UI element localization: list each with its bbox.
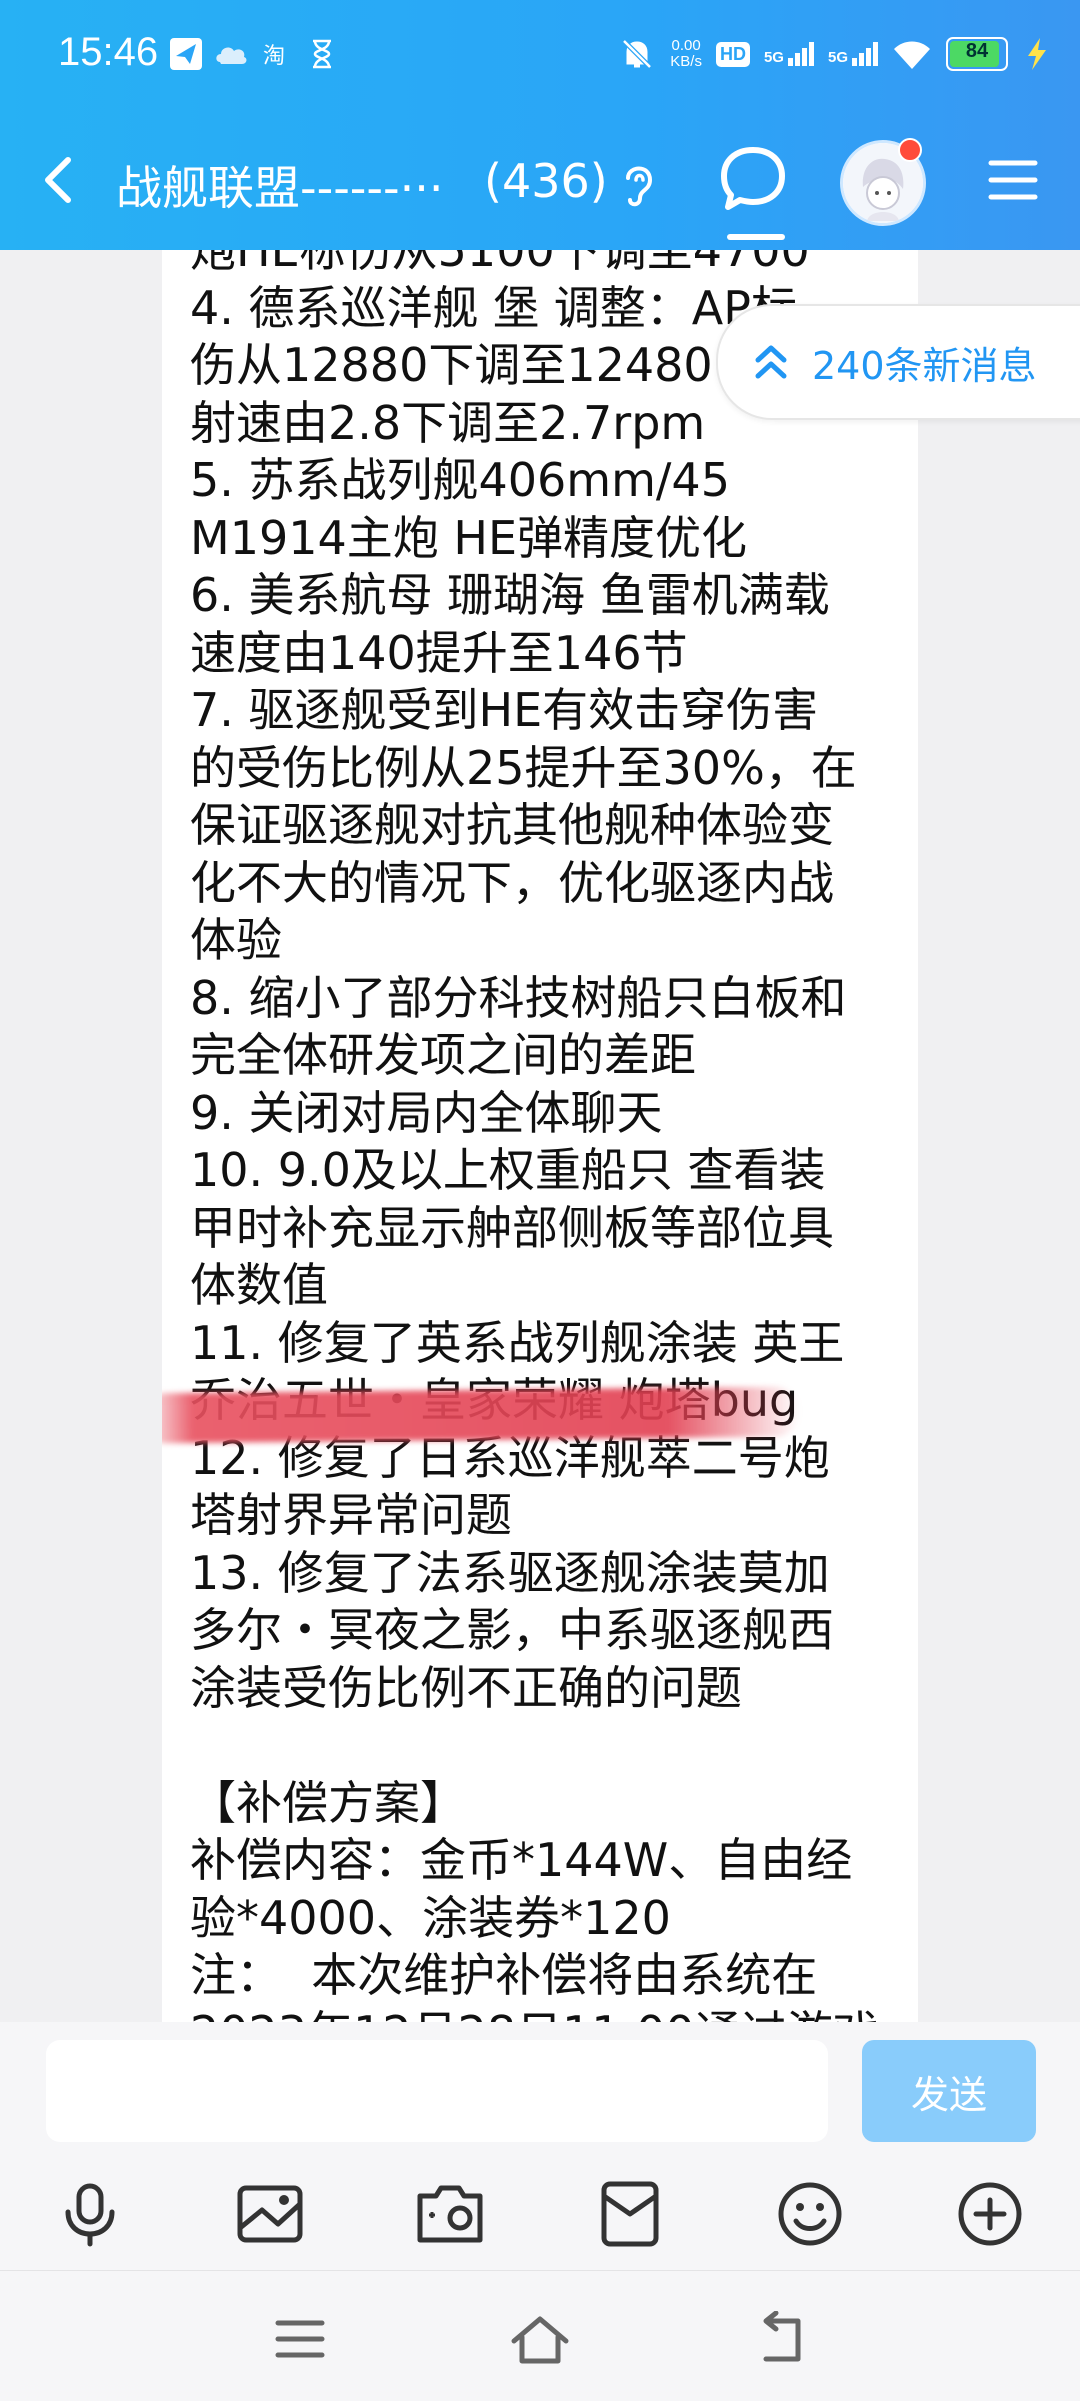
ear-icon[interactable] [616, 160, 660, 210]
double-chevron-up-icon [755, 345, 787, 379]
send-button[interactable]: 发送 [862, 2040, 1036, 2142]
net-speed-unit: KB/s [670, 53, 702, 70]
message-input[interactable] [46, 2040, 828, 2142]
microphone-icon[interactable] [54, 2178, 126, 2250]
hourglass-icon [313, 39, 331, 69]
system-nav-bar [0, 2270, 1080, 2401]
active-tab-indicator [727, 234, 785, 240]
message-bubble[interactable]: 炮HE标伤从5100下调至4700 4. 德系巡洋舰 堡 调整：AP标 伤从12… [162, 250, 918, 2022]
input-area: 发送 [0, 2022, 1080, 2270]
net-speed: 0.00 KB/s [670, 38, 702, 70]
charging-icon [1028, 38, 1046, 70]
battery: 84 [946, 37, 1008, 71]
cloud-icon [216, 47, 247, 64]
hd-badge: HD [715, 41, 750, 67]
image-icon[interactable] [234, 2178, 306, 2250]
plus-icon[interactable] [954, 2178, 1026, 2250]
new-messages-button[interactable]: 240条新消息 [716, 304, 1080, 420]
chat-bubble-icon[interactable] [718, 144, 788, 214]
member-count[interactable]: (436) [484, 154, 608, 208]
back-arrow-icon[interactable] [30, 150, 90, 210]
battery-level: 84 [965, 40, 989, 62]
status-time: 15:46 [58, 30, 159, 74]
menu-icon[interactable] [988, 158, 1038, 202]
signal-1-label: 5G [763, 49, 784, 66]
back-icon[interactable] [752, 2311, 812, 2367]
red-packet-icon[interactable] [594, 2178, 666, 2250]
status-bar: 15:46 淘 0.00 KB/s HD 5G 5G 84 [0, 0, 1080, 112]
notification-badge [898, 138, 922, 162]
censor-scribble [162, 1386, 801, 1444]
send-icon [170, 38, 202, 70]
message-text: 炮HE标伤从5100下调至4700 4. 德系巡洋舰 堡 调整：AP标 伤从12… [190, 250, 879, 2022]
home-icon[interactable] [510, 2311, 570, 2367]
new-messages-label: 240条新消息 [812, 343, 1037, 388]
taobao-icon: 淘 [263, 44, 285, 69]
signal-2-label: 5G [827, 49, 848, 66]
group-title[interactable]: 战舰联盟------··· [116, 152, 443, 218]
net-speed-value: 0.00 [671, 37, 701, 54]
camera-icon[interactable] [414, 2178, 486, 2250]
status-right: 0.00 KB/s HD 5G 5G 84 [618, 28, 1050, 80]
emoji-icon[interactable] [774, 2178, 846, 2250]
svg-text:淘: 淘 [263, 44, 285, 69]
signal-1: 5G [764, 42, 814, 66]
chat-header: 战舰联盟------··· (436) [0, 112, 1080, 250]
top-bar: 15:46 淘 0.00 KB/s HD 5G 5G 84 战舰联盟------… [0, 0, 1080, 250]
recents-icon[interactable] [270, 2311, 330, 2367]
mute-bell-icon [622, 39, 653, 69]
signal-2: 5G [828, 42, 878, 66]
wifi-icon [894, 41, 930, 69]
